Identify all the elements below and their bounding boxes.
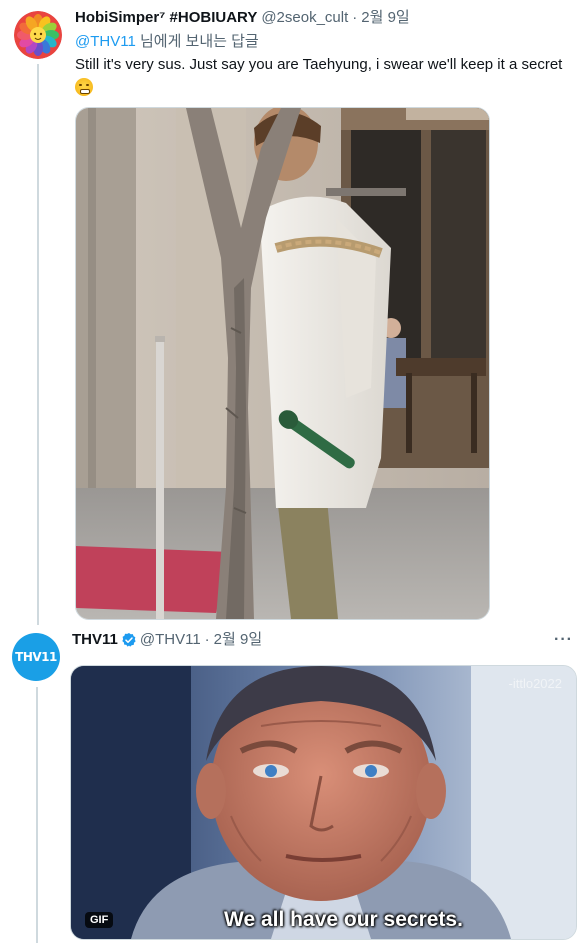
tweet-reply[interactable]: HobiSimper⁷ #HOBIUARY @2seok_cult · 2월 9… [0,0,586,625]
reply-to-mention[interactable]: @THV11 [75,33,136,50]
gif-caption: We all have our secrets. [224,908,463,931]
verified-badge-icon [122,633,136,647]
display-name[interactable]: THV11 [72,630,118,650]
avatar-thv11[interactable]: THV11 [12,633,60,681]
avatar-text: THV11 [15,650,57,664]
separator: · [352,9,358,26]
street-photo [76,108,489,619]
tweet-header: HobiSimper⁷ #HOBIUARY @2seok_cult · 2월 9… [75,8,410,28]
handle[interactable]: @2seok_cult [261,8,348,28]
tweet-text: Still it's very sus. Just say you are Ta… [75,55,575,102]
tweet-main[interactable]: THV11 THV11 @THV11 · 2월 9일 ··· -ittlo202… [0,625,586,943]
separator: · [204,631,210,648]
tweet-header: THV11 @THV11 · 2월 9일 [72,630,262,650]
tweet-text-body: Still it's very sus. Just say you are Ta… [75,56,563,73]
tweet-photo[interactable] [75,107,490,620]
display-name[interactable]: HobiSimper⁷ #HOBIUARY [75,8,257,28]
reply-to-suffix: 님에게 보내는 답글 [135,33,259,50]
thread-line [37,64,39,625]
rainbow-flower-icon [14,11,62,59]
timestamp[interactable]: 2월 9일 [214,630,262,650]
gif-badge: GIF [85,912,114,928]
more-options-button[interactable]: ··· [554,631,573,649]
handle[interactable]: @THV11 [140,630,201,650]
reply-to-line: @THV11 님에게 보내는 답글 [75,32,259,52]
tweet-gif[interactable]: -ittlo2022 We all have our secrets. GIF [70,665,577,940]
thread-line [36,687,38,943]
avatar-hobisimper[interactable] [14,11,62,59]
gif-frame [71,666,576,939]
timestamp[interactable]: 2월 9일 [361,8,409,28]
gif-watermark: -ittlo2022 [508,676,562,691]
face-with-steam-icon [75,78,93,96]
